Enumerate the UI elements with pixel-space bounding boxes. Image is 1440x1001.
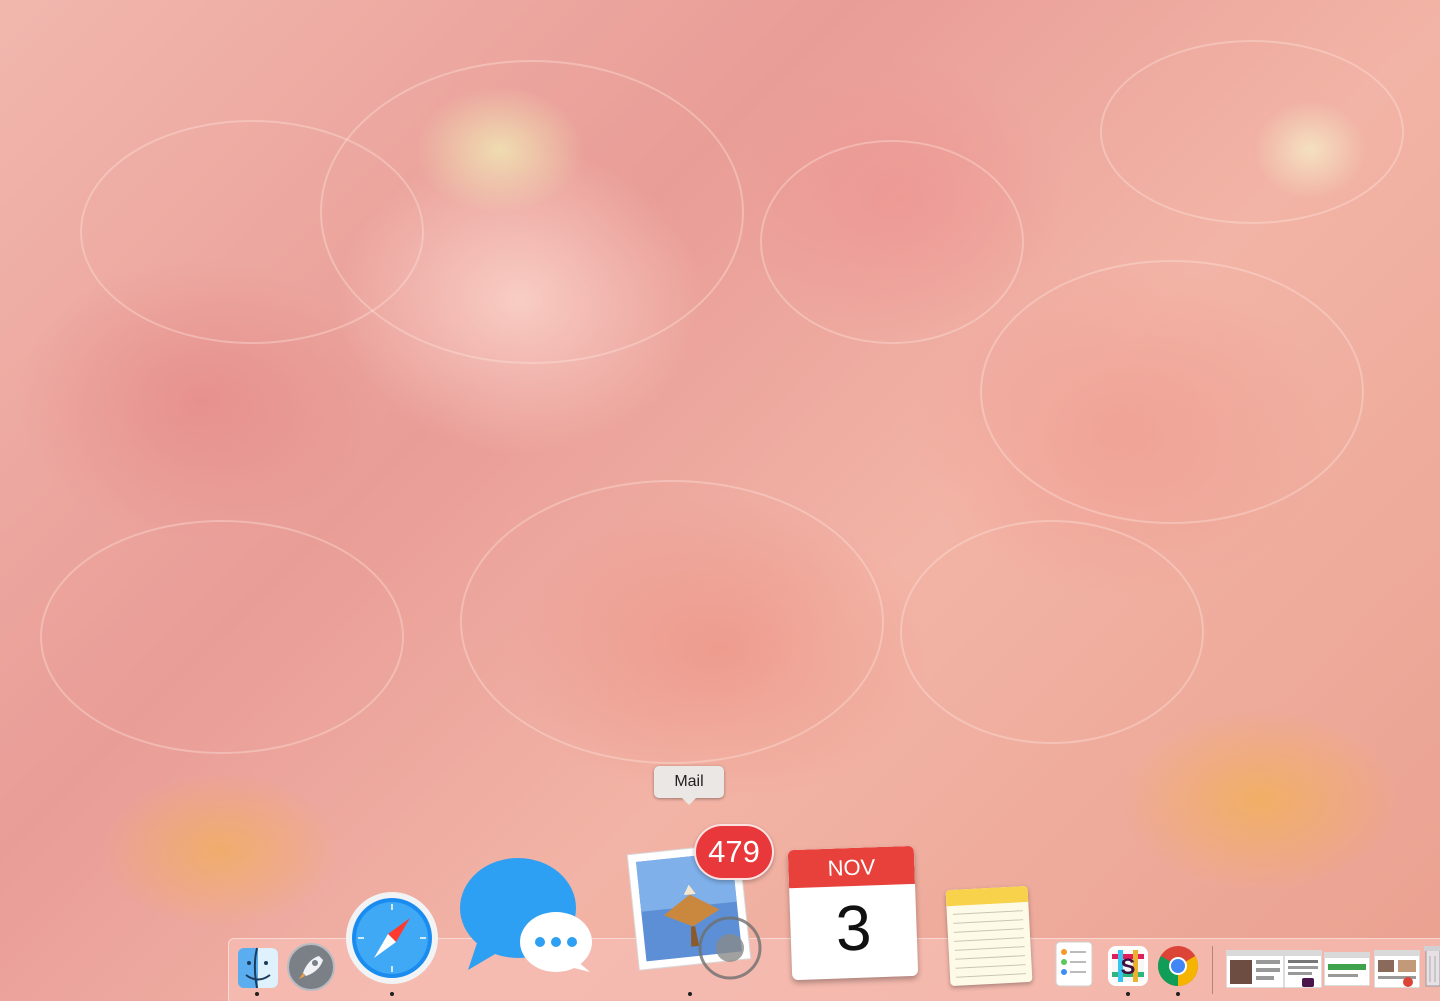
dock-separator <box>1212 946 1213 994</box>
dock-item-notes[interactable] <box>945 885 1033 987</box>
window-thumbnail-icon <box>1283 949 1323 989</box>
dock-tooltip: Mail <box>654 766 724 798</box>
running-indicator-finder <box>255 992 259 996</box>
dock-item-slack[interactable]: S <box>1106 944 1150 988</box>
dock-item-calendar[interactable]: NOV 3 <box>787 845 919 981</box>
dock-item-finder[interactable] <box>236 946 280 990</box>
speech-bubble-icon <box>460 858 592 972</box>
dock-item-minimized-window-2[interactable] <box>1283 949 1323 989</box>
window-thumbnail-icon <box>1323 951 1371 987</box>
dock-item-trash[interactable] <box>1424 944 1440 988</box>
dock-item-minimized-window-3[interactable] <box>1323 951 1371 987</box>
finder-icon <box>238 947 278 989</box>
trash-icon <box>1424 946 1440 987</box>
chrome-icon <box>1158 946 1198 986</box>
window-thumbnail-icon <box>1225 949 1285 989</box>
running-indicator-mail <box>688 992 692 996</box>
dock-item-messages[interactable] <box>458 852 594 976</box>
checklist-icon <box>1055 941 1093 987</box>
running-indicator-chrome <box>1176 992 1180 996</box>
compass-icon <box>346 892 438 984</box>
dock-item-chrome[interactable] <box>1156 944 1200 988</box>
running-indicator-slack <box>1126 992 1130 996</box>
tooltip-arrow <box>681 797 697 805</box>
dock-item-minimized-window-4[interactable] <box>1373 949 1421 989</box>
mail-unread-badge: 479 <box>694 824 774 880</box>
running-indicator-safari <box>390 992 394 996</box>
dock-item-minimized-window-1[interactable] <box>1225 949 1285 989</box>
window-thumbnail-icon <box>1373 949 1421 989</box>
calendar-month: NOV <box>787 845 916 889</box>
slack-icon: S <box>1108 946 1148 986</box>
notepad-icon <box>945 885 1029 907</box>
dock-item-reminders[interactable] <box>1054 940 1094 988</box>
svg-text:S: S <box>1121 954 1136 979</box>
rocket-icon <box>287 943 335 991</box>
dock-item-safari[interactable] <box>344 890 440 986</box>
calendar-day: 3 <box>834 891 873 965</box>
dock-item-launchpad[interactable] <box>286 942 336 992</box>
